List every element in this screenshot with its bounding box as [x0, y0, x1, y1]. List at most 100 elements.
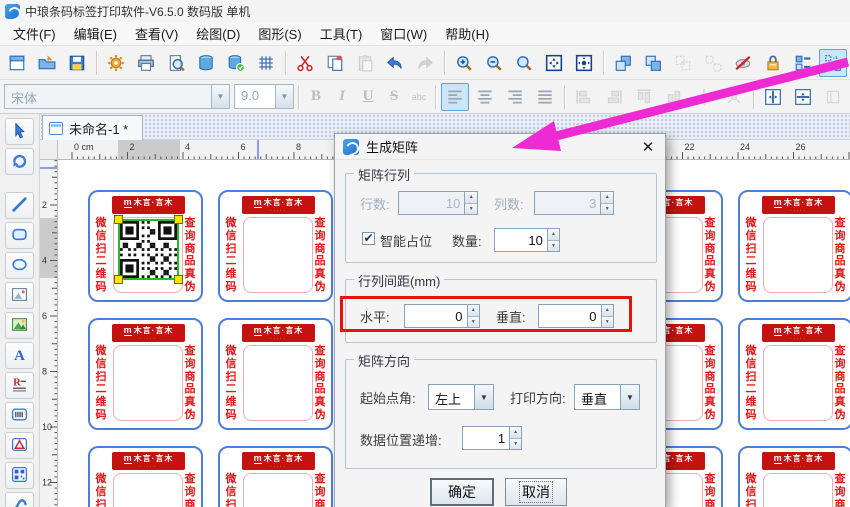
bring-front-button[interactable] — [609, 49, 637, 77]
menu-item-6[interactable]: 窗口(W) — [371, 22, 436, 45]
document-tab[interactable]: 未命名-1 * — [42, 115, 144, 140]
cancel-button[interactable]: 取消 — [505, 478, 567, 506]
brand-subtext: ····· — [270, 464, 287, 469]
quantity-input[interactable] — [495, 229, 547, 251]
brand-text: 木言·言木 — [133, 453, 174, 463]
align-text-right-button[interactable] — [501, 83, 529, 111]
text-style-i-button[interactable]: I — [329, 84, 355, 110]
label-right-text: 查询商品真伪 — [834, 345, 846, 421]
fit-all-button[interactable] — [570, 49, 598, 77]
grid-button[interactable] — [252, 49, 280, 77]
product-label[interactable]: m木言·言木····· 微信扫二维码 查询商品真伪 — [738, 318, 850, 430]
menu-item-1[interactable]: 编辑(E) — [65, 22, 126, 45]
menu-item-2[interactable]: 查看(V) — [126, 22, 187, 45]
product-label[interactable]: m木言·言木····· 微信扫二维码 查询商品真伪 — [88, 318, 203, 430]
menu-item-0[interactable]: 文件(F) — [4, 22, 65, 45]
brand-text: 木言·言木 — [783, 453, 824, 463]
rotate-tool[interactable] — [5, 148, 34, 175]
print-button[interactable] — [132, 49, 160, 77]
menu-item-3[interactable]: 绘图(D) — [187, 22, 249, 45]
data-increment-spinner[interactable]: ▲▼ — [462, 426, 522, 450]
product-label[interactable]: m木言·言木····· 微信扫二维码 查询商品真伪 — [738, 190, 850, 302]
picture-frame-tool[interactable] — [5, 282, 34, 309]
open-folder-button[interactable] — [33, 49, 61, 77]
text-style-b-button[interactable]: B — [303, 84, 329, 110]
database-export-button[interactable] — [222, 49, 250, 77]
selection-handle[interactable] — [174, 215, 183, 224]
center-vertical-button[interactable] — [789, 83, 817, 111]
font-size-select[interactable]: 9.0 ▼ — [234, 84, 294, 109]
hide-object-button[interactable] — [729, 49, 757, 77]
undo-button[interactable] — [381, 49, 409, 77]
quantity-spinner[interactable]: ▲▼ — [494, 228, 560, 252]
data-increment-input[interactable] — [463, 427, 510, 449]
label-right-text: 查询商品真伪 — [704, 217, 716, 293]
product-label[interactable]: m木言·言木····· 微信扫二维码 查询商品真伪 — [218, 190, 333, 302]
chevron-down-icon[interactable]: ▼ — [211, 85, 229, 108]
menu-item-5[interactable]: 工具(T) — [311, 22, 372, 45]
align-text-left-button[interactable] — [441, 82, 469, 111]
fit-page-button[interactable] — [540, 49, 568, 77]
qr-code[interactable] — [114, 215, 183, 284]
dialog-title: 生成矩阵 — [366, 140, 419, 155]
line-tool[interactable] — [5, 192, 34, 219]
product-label[interactable]: m木言·言木····· 微信扫二维码 查询商品真伪 — [88, 190, 203, 302]
text-effect-button[interactable]: abc — [407, 92, 431, 102]
start-corner-select[interactable]: 左上 ▼ — [428, 384, 494, 410]
rich-text-tool[interactable]: R — [5, 372, 34, 399]
text-style-u-button[interactable]: U — [355, 84, 381, 110]
window-title: 中琅条码标签打印软件-V6.5.0 数码版 单机 — [25, 4, 251, 19]
zoom-out-button[interactable] — [480, 49, 508, 77]
selection-handle[interactable] — [174, 275, 183, 284]
selection-handle[interactable] — [114, 275, 123, 284]
brand-m-icon: m — [253, 196, 262, 208]
zoom-in-button[interactable] — [450, 49, 478, 77]
product-label[interactable]: m木言·言木····· 微信扫二维码 查询商品真伪 — [218, 446, 333, 507]
selection-handle[interactable] — [114, 215, 123, 224]
ok-button[interactable]: 确定 — [430, 478, 494, 506]
align-text-justify-button[interactable] — [531, 83, 559, 111]
qrcode-tool-tool[interactable] — [5, 462, 34, 489]
image-tool[interactable] — [5, 312, 34, 339]
close-icon[interactable]: ✕ — [639, 138, 657, 156]
select-cursor-tool[interactable] — [5, 118, 34, 145]
font-family-select[interactable]: 宋体 ▼ — [4, 84, 230, 109]
shape-tool[interactable] — [5, 432, 34, 459]
align-text-center-button[interactable] — [471, 83, 499, 111]
new-document-button[interactable] — [3, 49, 31, 77]
ellipse-tool[interactable] — [5, 252, 34, 279]
rounded-rect-tool[interactable] — [5, 222, 34, 249]
brand-m-icon: m — [253, 452, 262, 464]
menu-item-4[interactable]: 图形(S) — [249, 22, 310, 45]
chevron-down-icon[interactable]: ▼ — [474, 385, 493, 409]
settings-gear-button[interactable] — [102, 49, 130, 77]
print-direction-select[interactable]: 垂直 ▼ — [574, 384, 640, 410]
menu-item-7[interactable]: 帮助(H) — [436, 22, 498, 45]
smart-fill-checkbox[interactable]: ✔ — [362, 232, 375, 245]
save-button[interactable] — [63, 49, 91, 77]
text-style-s-button[interactable]: S — [381, 84, 407, 110]
product-label[interactable]: m木言·言木····· 微信扫二维码 查询商品真伪 — [738, 446, 850, 507]
database-button[interactable] — [192, 49, 220, 77]
dialog-titlebar[interactable]: 生成矩阵 ✕ — [335, 134, 665, 160]
curve-tool[interactable] — [5, 492, 34, 507]
object-list-button[interactable] — [789, 49, 817, 77]
document-icon — [49, 121, 63, 135]
rows-input — [399, 192, 465, 214]
chevron-down-icon[interactable]: ▼ — [275, 85, 293, 108]
generate-matrix-button[interactable] — [819, 48, 847, 77]
lock-object-button[interactable] — [759, 49, 787, 77]
label-logo-band: m木言·言木····· — [242, 324, 315, 342]
product-label[interactable]: m木言·言木····· 微信扫二维码 查询商品真伪 — [88, 446, 203, 507]
cut-button[interactable] — [291, 49, 319, 77]
print-preview-button[interactable] — [162, 49, 190, 77]
zoom-button[interactable] — [510, 49, 538, 77]
product-label[interactable]: m木言·言木····· 微信扫二维码 查询商品真伪 — [218, 318, 333, 430]
center-horizontal-button[interactable] — [759, 83, 787, 111]
label-left-text: 微信扫二维码 — [225, 473, 237, 507]
chevron-down-icon[interactable]: ▼ — [620, 385, 639, 409]
barcode-tool[interactable] — [5, 402, 34, 429]
copy-button[interactable] — [321, 49, 349, 77]
send-back-button[interactable] — [639, 49, 667, 77]
text-tool[interactable]: A — [5, 342, 34, 369]
